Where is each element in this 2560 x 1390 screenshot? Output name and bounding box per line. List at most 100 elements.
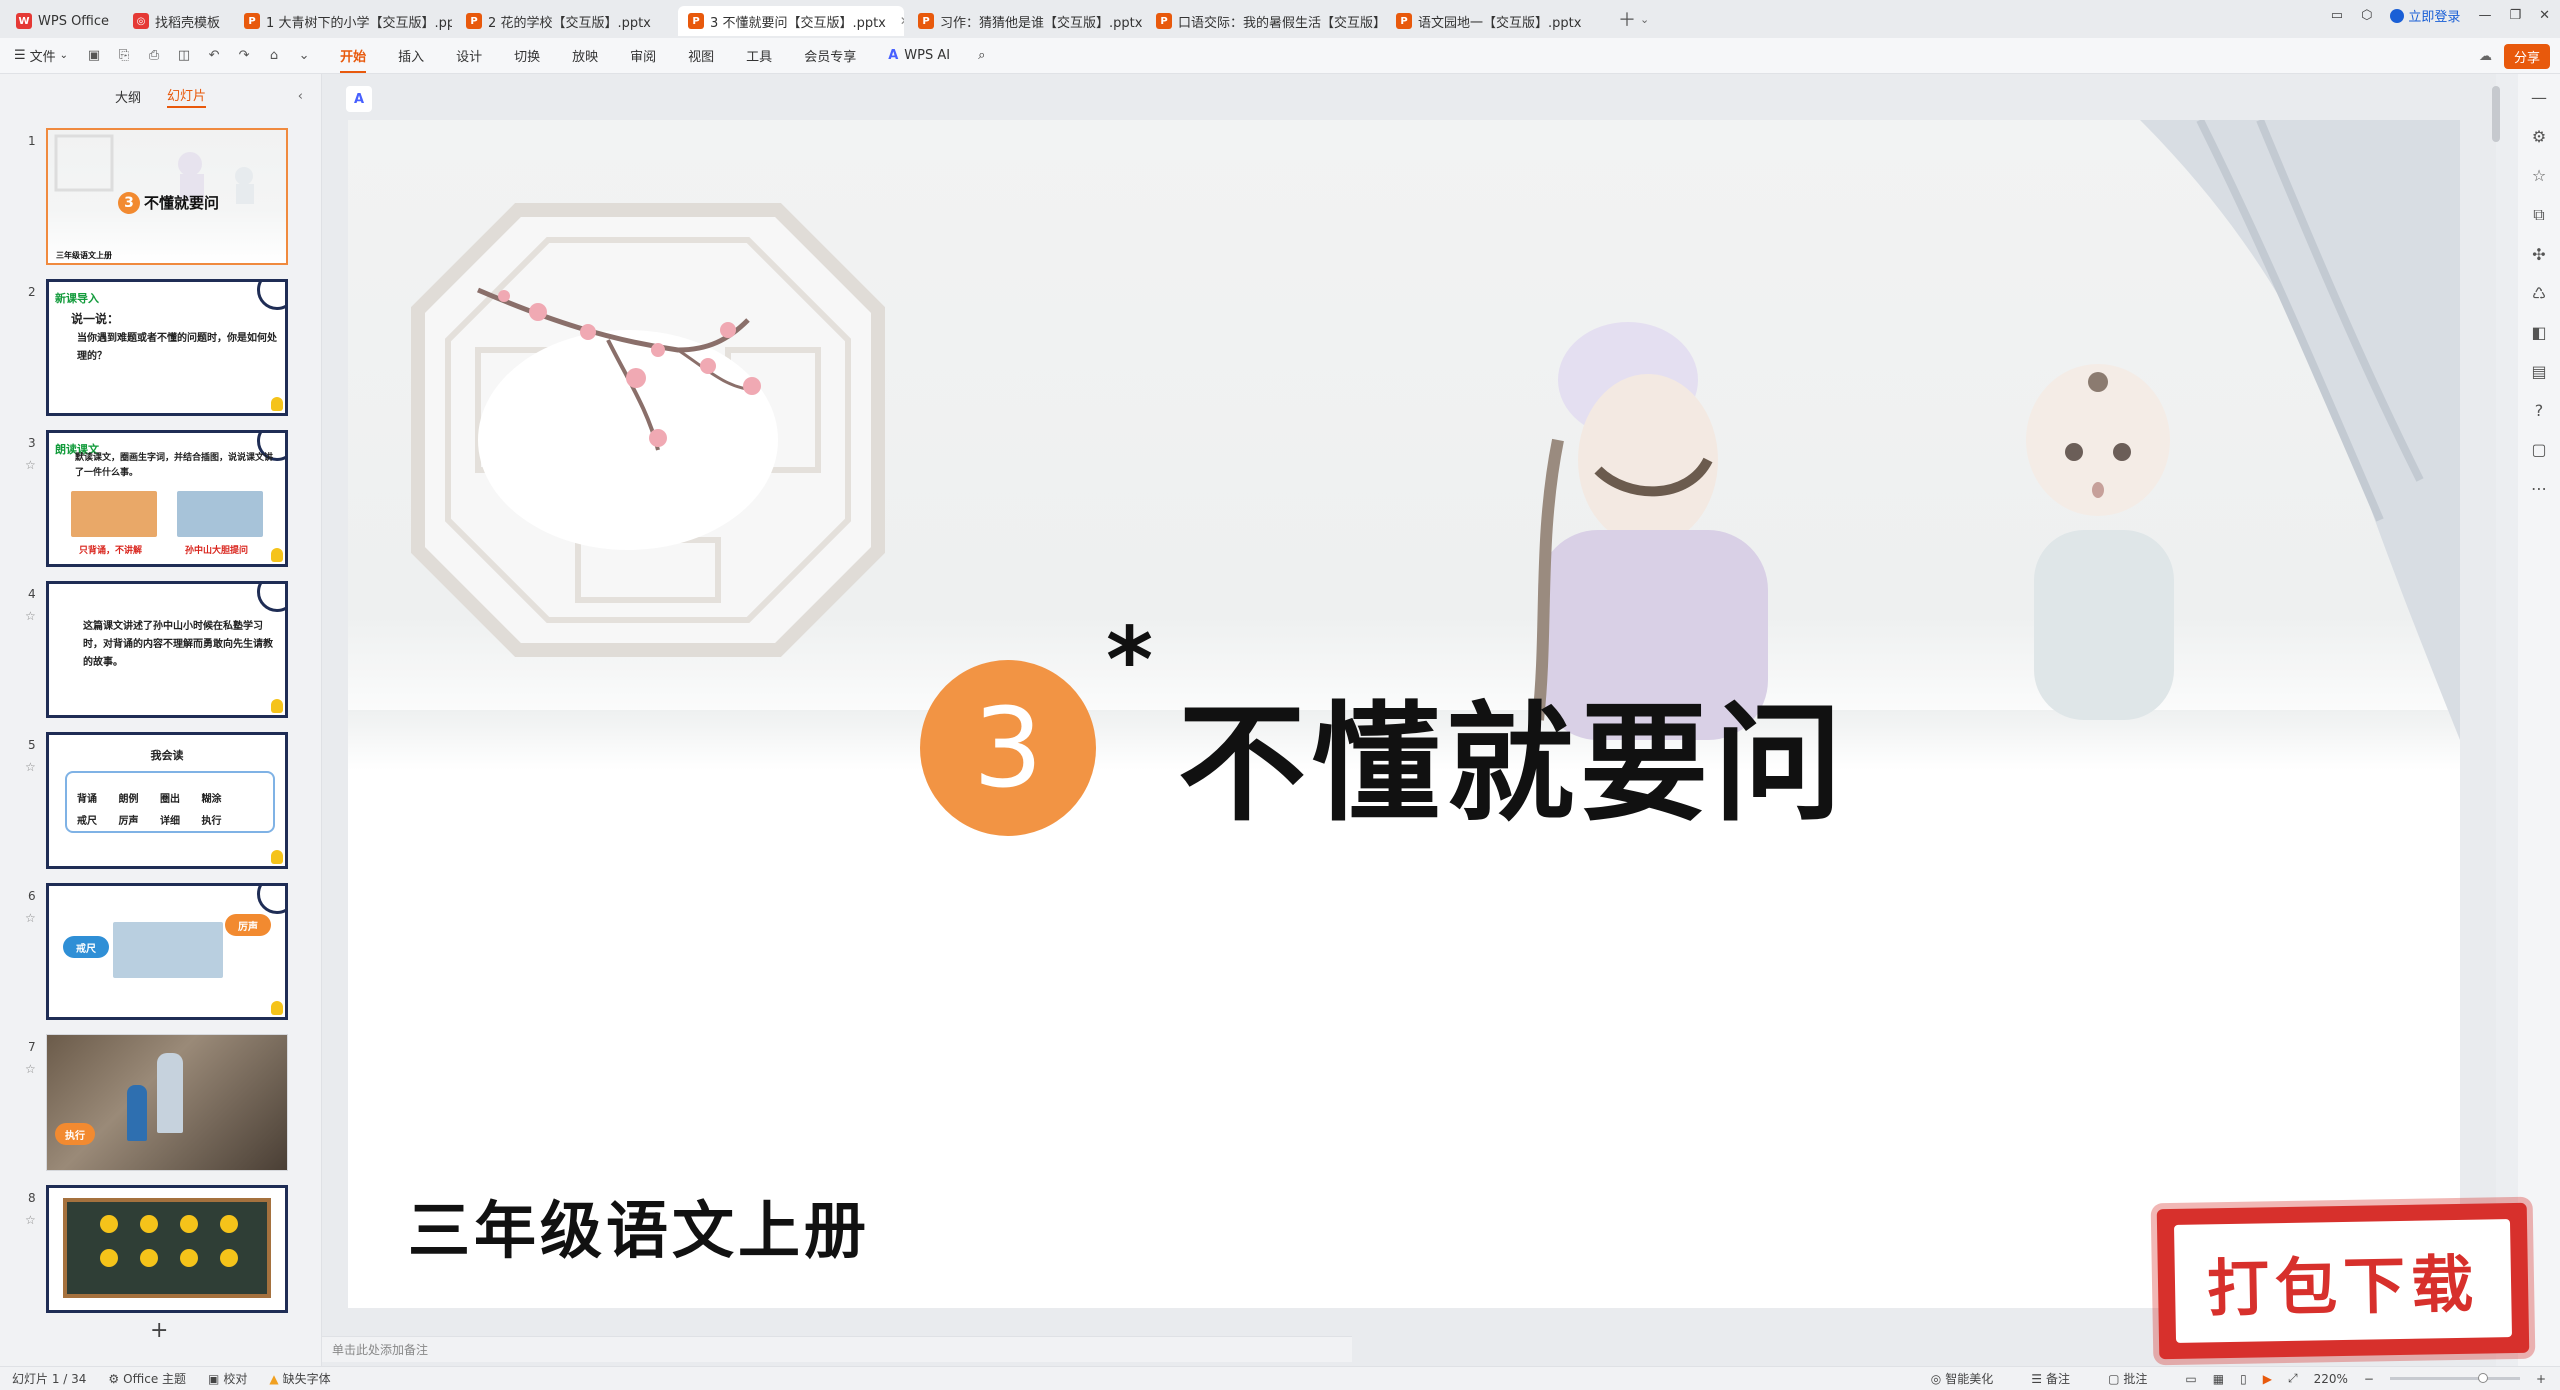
file-menu[interactable]: ☰ 文件 ⌄ (14, 46, 68, 65)
preview-icon[interactable]: ◫ (176, 48, 192, 63)
slide-thumbnail-4[interactable]: 这篇课文讲述了孙中山小时候在私塾学习时，对背诵的内容不理解而勇敢向先生请教的故事… (46, 581, 288, 718)
menu-tools[interactable]: 工具 (746, 46, 772, 65)
login-button[interactable]: 立即登录 (2390, 6, 2460, 25)
tools-icon[interactable]: ✣ (2532, 245, 2545, 264)
slide-thumbnail-5[interactable]: 我会读 背诵 朗例 圈出 糊涂 戒尺 厉声 详细 执行 (46, 732, 288, 869)
star-icon[interactable]: ☆ (25, 1062, 36, 1076)
menu-design[interactable]: 设计 (456, 46, 482, 65)
cloud-sync-icon[interactable]: ☁ (2479, 49, 2492, 64)
proofing-button[interactable]: ▣ 校对 (208, 1370, 247, 1387)
zoom-slider[interactable] (2389, 1373, 2520, 1383)
wps-ai-slide-icon[interactable]: A (346, 86, 372, 112)
fit-window-icon[interactable]: ⤢ (2288, 1371, 2298, 1386)
layers-icon[interactable]: ◧ (2531, 323, 2546, 342)
missing-font-button[interactable]: ▲ 缺失字体 (269, 1370, 330, 1387)
star-icon[interactable]: ☆ (25, 1213, 36, 1227)
close-tab-icon[interactable]: ✕ (900, 14, 904, 28)
minimize-panel-icon[interactable]: — (2531, 88, 2547, 107)
slide-title[interactable]: 不懂就要问 (1178, 660, 1848, 845)
zoom-slider-thumb[interactable] (2478, 1373, 2489, 1383)
star-icon[interactable]: ☆ (2532, 166, 2546, 185)
notes-toggle-button[interactable]: ☰ 备注 (2031, 1370, 2070, 1387)
star-icon[interactable]: ☆ (25, 760, 36, 774)
menu-review[interactable]: 审阅 (630, 46, 656, 65)
close-window-icon[interactable]: ✕ (2539, 8, 2550, 23)
save-icon[interactable]: ▣ (86, 48, 102, 63)
menu-view[interactable]: 视图 (688, 46, 714, 65)
settings-sliders-icon[interactable]: ⚙ (2532, 127, 2546, 146)
zoom-in-icon[interactable]: + (2536, 1372, 2546, 1386)
star-icon[interactable]: ☆ (25, 458, 36, 472)
tab-docer[interactable]: ◎ 找稻壳模板 (123, 6, 230, 36)
tab-file-6[interactable]: P 语文园地一【交互版】.pptx (1386, 6, 1606, 36)
notes-area[interactable]: 单击此处添加备注 (322, 1336, 1352, 1362)
smart-beautify-button[interactable]: ◎ 智能美化 (1931, 1370, 1994, 1387)
slide-thumbnail-1[interactable]: 3 不懂就要问 三年级语文上册 (46, 128, 288, 265)
zoom-level[interactable]: 220% (2314, 1372, 2348, 1386)
star-icon[interactable]: ☆ (25, 609, 36, 623)
ppt-file-icon: P (918, 13, 935, 29)
menu-member[interactable]: 会员专享 (804, 46, 856, 65)
undo-icon[interactable]: ↶ (206, 48, 222, 63)
tab-file-5[interactable]: P 口语交际：我的暑假生活【交互版】. (1146, 6, 1382, 36)
thumbnail-number: 3 (28, 436, 36, 450)
slide-subtitle[interactable]: 三年级语文上册 (408, 1180, 870, 1270)
help-icon[interactable]: ? (2535, 401, 2544, 420)
caption: 只背诵，不讲解 (79, 546, 143, 556)
slide-thumbnail-3[interactable]: 朗读课文 默读课文，圈画生字词，并结合插图，说说课文讲了一件什么事。 只背诵，不… (46, 430, 288, 567)
star-icon[interactable]: ☆ (25, 911, 36, 925)
more-icon[interactable]: ⋯ (2531, 479, 2547, 498)
normal-view-icon[interactable]: ▭ (2185, 1372, 2196, 1386)
zoom-out-icon[interactable]: − (2364, 1372, 2374, 1386)
comment-button[interactable]: ▢ 批注 (2108, 1370, 2147, 1387)
menu-insert[interactable]: 插入 (398, 46, 424, 65)
collapse-panel-icon[interactable]: ‹ (298, 89, 303, 104)
download-stamp-label: 打包下载 (2173, 1219, 2513, 1343)
menu-slideshow[interactable]: 放映 (572, 46, 598, 65)
slide-sorter-icon[interactable]: ▦ (2213, 1372, 2224, 1386)
search-icon[interactable]: ⌕ (978, 48, 985, 63)
menu-home[interactable]: 开始 (340, 46, 367, 73)
tab-wps-office[interactable]: W WPS Office (6, 6, 119, 36)
print-icon[interactable]: ⎙ (146, 48, 162, 63)
cube-icon[interactable]: ⬡ (2361, 8, 2372, 23)
menu-transition[interactable]: 切换 (514, 46, 540, 65)
tab-file-2[interactable]: P 2 花的学校【交互版】.pptx (456, 6, 674, 36)
ppt-file-icon: P (1396, 13, 1413, 29)
minimize-icon[interactable]: — (2478, 8, 2491, 23)
menu-wps-ai[interactable]: A WPS AI (888, 48, 950, 63)
slide-thumbnail-7[interactable]: 执行 (46, 1034, 288, 1171)
export-icon[interactable]: ⎘ (116, 48, 132, 63)
tab-outline[interactable]: 大纲 (115, 87, 141, 106)
slide-canvas[interactable]: 3 * 不懂就要问 三年级语文上册 (348, 120, 2460, 1308)
tab-file-3-active[interactable]: P 3 不懂就要问【交互版】.pptx ✕ (678, 6, 905, 36)
comment-icon[interactable]: ▢ (2531, 440, 2546, 459)
thumbnail-row: 2 新课导入 说一说： 当你遇到难题或者不懂的问题时，你是如何处理的？ (0, 279, 322, 430)
tab-list-icon[interactable]: ⌄ (1640, 13, 1649, 26)
tab-file-1[interactable]: P 1 大青树下的小学【交互版】.pptx (234, 6, 452, 36)
add-slide-button[interactable]: + (150, 1318, 168, 1343)
chevron-down-icon[interactable]: ⌄ (296, 48, 312, 63)
recycle-icon[interactable]: ♺ (2532, 284, 2546, 303)
restore-icon[interactable]: ❐ (2509, 8, 2521, 23)
theme-indicator[interactable]: ⚙ Office 主题 (108, 1370, 186, 1387)
share-button[interactable]: 分享 (2503, 44, 2550, 69)
right-sidebar-toolbar: — ⚙ ☆ ⧉ ✣ ♺ ◧ ▤ ? ▢ ⋯ (2518, 74, 2560, 1366)
slide-thumbnail-2[interactable]: 新课导入 说一说： 当你遇到难题或者不懂的问题时，你是如何处理的？ (46, 279, 288, 416)
redo-icon[interactable]: ↷ (236, 48, 252, 63)
slide-thumbnail-6[interactable]: 戒尺 厉声 (46, 883, 288, 1020)
tab-slides[interactable]: 幻灯片 (167, 85, 207, 108)
slide-thumbnail-8[interactable] (46, 1185, 288, 1313)
reading-view-icon[interactable]: ▯ (2240, 1372, 2247, 1386)
download-stamp[interactable]: 打包下载 (2156, 1202, 2530, 1360)
copy-icon[interactable]: ⧉ (2533, 205, 2544, 225)
comment-label: 批注 (2123, 1372, 2148, 1386)
thumbnail-number: 8 (28, 1191, 36, 1205)
tab-file-4[interactable]: P 习作：猜猜他是谁【交互版】.pptx (908, 6, 1142, 36)
window-mode-icon[interactable]: ▭ (2331, 8, 2343, 23)
play-slideshow-icon[interactable]: ▶ (2263, 1372, 2272, 1386)
vertical-scrollbar[interactable] (2492, 86, 2500, 142)
new-tab-icon[interactable]: ＋ (1618, 6, 1636, 32)
format-painter-icon[interactable]: ⌂ (266, 48, 282, 63)
book-icon[interactable]: ▤ (2531, 362, 2546, 381)
